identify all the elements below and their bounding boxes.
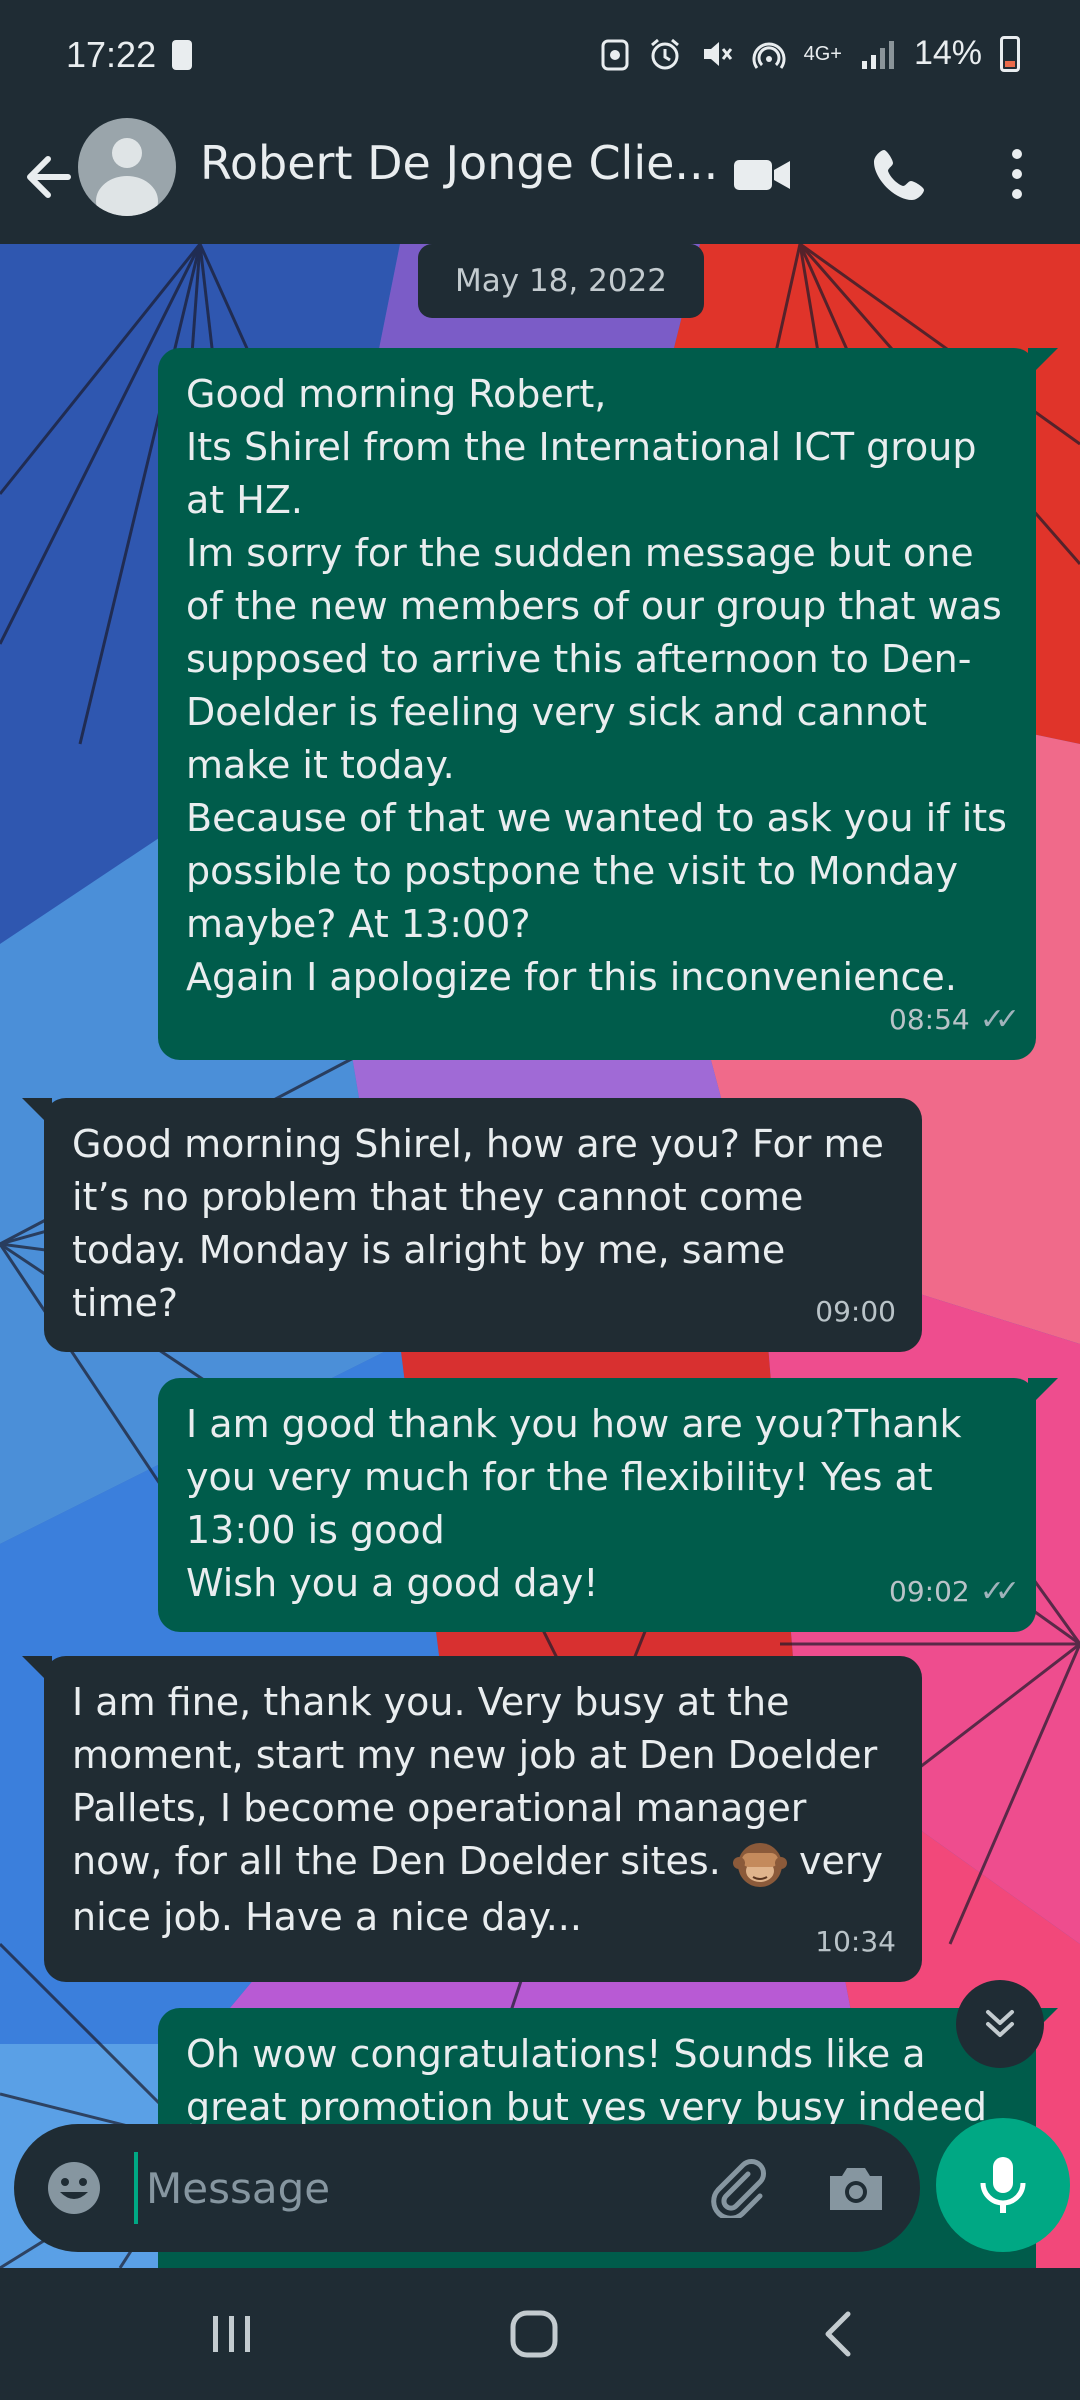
read-ticks-icon: ✓✓	[979, 1002, 1020, 1037]
message-text: Good morning Shirel, how are you? For me…	[72, 1122, 896, 1325]
see-no-evil-monkey-icon	[732, 1842, 787, 1887]
home-icon	[510, 2310, 558, 2358]
message-meta: 08:54 ✓✓	[889, 993, 1020, 1046]
scroll-to-bottom-button[interactable]	[956, 1980, 1044, 2068]
bubble-tail	[22, 1098, 52, 1128]
bubble-tail	[1028, 1378, 1058, 1408]
chat-header: Robert De Jonge Clie...	[0, 112, 1080, 244]
notification-icon	[172, 40, 192, 70]
battery-icon	[1000, 35, 1020, 72]
mute-icon	[703, 41, 732, 66]
outgoing-message[interactable]: I am good thank you how are you?Thank yo…	[158, 1378, 1058, 1632]
bubble-tail	[22, 1656, 52, 1686]
recent-apps-icon	[213, 2316, 250, 2352]
message-time: 10:34	[815, 1925, 896, 1958]
double-chevron-down-icon	[986, 2010, 1014, 2037]
message-input[interactable]	[134, 2152, 694, 2224]
more-options-icon[interactable]	[1000, 144, 1034, 204]
chevron-left-icon	[825, 2311, 851, 2357]
home-button[interactable]	[494, 2296, 574, 2372]
outgoing-message[interactable]: Good morning Robert, Its Shirel from the…	[158, 348, 1058, 1060]
battery-percent: 14%	[913, 34, 982, 72]
recent-apps-button[interactable]	[192, 2296, 272, 2372]
message-text: I am good thank you how are you?Thank yo…	[186, 1402, 962, 1605]
status-time: 17:22	[66, 34, 157, 75]
message-text: Good morning Robert, Its Shirel from the…	[186, 372, 1007, 999]
data-saver-icon	[601, 39, 629, 70]
signal-icon	[861, 40, 894, 69]
avatar-body	[96, 176, 158, 216]
message-time: 09:00	[815, 1295, 896, 1328]
network-type: 4G+	[803, 42, 842, 65]
back-arrow-icon[interactable]	[20, 142, 80, 212]
alarm-icon	[650, 38, 679, 69]
hotspot-icon	[752, 42, 786, 69]
phone-call-icon[interactable]	[870, 144, 930, 204]
avatar[interactable]	[78, 118, 176, 216]
camera-icon[interactable]	[824, 2156, 888, 2220]
incoming-message[interactable]: I am fine, thank you. Very busy at the m…	[22, 1656, 922, 1982]
avatar-head	[112, 138, 142, 168]
emoji-icon[interactable]	[44, 2158, 104, 2218]
microphone-icon	[980, 2157, 1026, 2213]
incoming-message[interactable]: Good morning Shirel, how are you? For me…	[22, 1098, 922, 1352]
voice-message-button[interactable]	[936, 2118, 1070, 2252]
read-ticks-icon: ✓✓	[979, 1574, 1020, 1609]
message-text: Oh wow congratulations! Sounds like a gr…	[186, 2032, 988, 2129]
status-icons: 4G+ 14%	[600, 34, 1020, 73]
system-nav-bar	[0, 2268, 1080, 2400]
message-meta: 10:34	[815, 1915, 896, 1968]
message-time: 08:54	[889, 1003, 970, 1036]
bubble-tail	[1028, 348, 1058, 378]
message-meta: 09:00	[815, 1285, 896, 1338]
back-button[interactable]	[798, 2296, 878, 2372]
video-call-icon[interactable]	[732, 144, 792, 204]
date-chip: May 18, 2022	[418, 244, 704, 318]
message-text: I am fine, thank you. Very busy at the m…	[72, 1676, 894, 1944]
message-time: 09:02	[889, 1575, 970, 1608]
attach-icon[interactable]	[704, 2154, 768, 2218]
message-meta: 09:02 ✓✓	[889, 1565, 1020, 1618]
status-bar: 17:22 4G+ 14%	[0, 0, 1080, 112]
contact-name[interactable]: Robert De Jonge Clie...	[200, 136, 718, 190]
chat-area[interactable]: May 18, 2022 Good morning Robert, Its Sh…	[0, 244, 1080, 2268]
message-composer	[14, 2124, 920, 2252]
